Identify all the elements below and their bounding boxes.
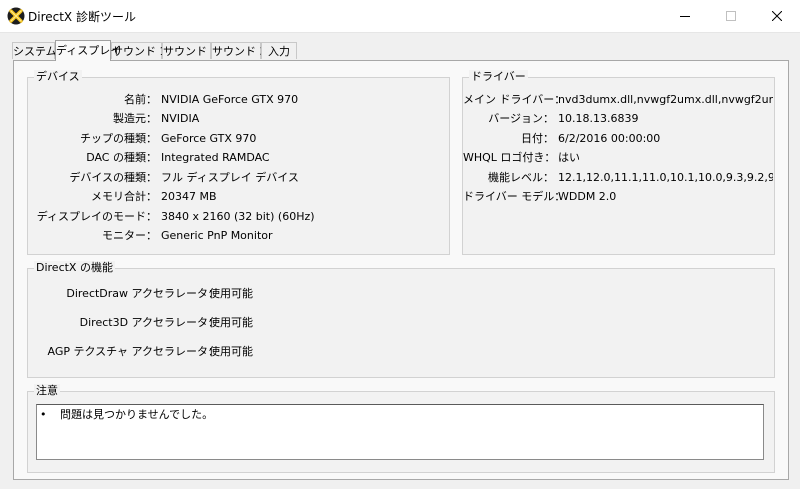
field-label: デバイスの種類： (69, 171, 157, 184)
field-label: Direct3D アクセラレータ： (79, 316, 219, 329)
field-label: WHQL ロゴ付き： (463, 151, 556, 164)
close-button[interactable] (754, 0, 800, 32)
field-value: はい (558, 151, 580, 164)
device-row-chip-type: チップの種類： GeForce GTX 970 (28, 131, 448, 147)
field-value: 使用可能 (209, 287, 253, 300)
field-value: nvd3dumx.dll,nvwgf2umx.dll,nvwgf2umx.dll… (558, 93, 773, 106)
field-label: バージョン： (488, 112, 554, 125)
device-row-monitor: モニター： Generic PnP Monitor (28, 228, 448, 244)
driver-row-date: 日付： 6/2/2016 00:00:00 (463, 131, 774, 147)
driver-row-driver-model: ドライバー モデル： WDDM 2.0 (463, 189, 774, 205)
device-row-manufacturer: 製造元： NVIDIA (28, 111, 448, 127)
notes-textbox[interactable]: • 問題は見つかりませんでした。 (36, 404, 764, 460)
field-label: DirectDraw アクセラレータ： (66, 287, 219, 300)
field-value: Integrated RAMDAC (161, 151, 270, 164)
field-label: 日付： (521, 132, 554, 145)
device-row-dac-type: DAC の種類： Integrated RAMDAC (28, 150, 448, 166)
feature-row-agp-texture: AGP テクスチャ アクセラレータ： 使用可能 (28, 344, 768, 360)
field-value: 使用可能 (209, 316, 253, 329)
field-value: 12.1,12.0,11.1,11.0,10.1,10.0,9.3,9.2,9.… (558, 171, 773, 184)
field-value: フル ディスプレイ デバイス (161, 171, 299, 184)
feature-row-directdraw: DirectDraw アクセラレータ： 使用可能 (28, 286, 768, 302)
field-value: GeForce GTX 970 (161, 132, 257, 145)
maximize-button[interactable] (708, 0, 754, 32)
driver-row-version: バージョン： 10.18.13.6839 (463, 111, 774, 127)
notes-item: • 問題は見つかりませんでした。 (40, 407, 213, 423)
tab-input[interactable]: 入力 (261, 42, 297, 59)
driver-group: ドライバー メイン ドライバー： nvd3dumx.dll,nvwgf2umx.… (462, 70, 775, 255)
close-icon (772, 11, 782, 21)
notes-group: 注意 • 問題は見つかりませんでした。 (27, 384, 775, 473)
field-value: 20347 MB (161, 190, 217, 203)
field-label: AGP テクスチャ アクセラレータ： (47, 345, 220, 358)
field-label: 製造元： (113, 112, 157, 125)
field-label: ドライバー モデル： (463, 190, 566, 203)
directx-diagnostic-window: DirectX 診断ツール システム ディスプレイ サウンド 1 サウンド 2 … (0, 0, 800, 489)
field-label: 機能レベル： (488, 171, 554, 184)
field-label: メイン ドライバー： (463, 93, 566, 106)
field-label: チップの種類： (80, 132, 157, 145)
field-label: モニター： (102, 229, 157, 242)
driver-row-feature-levels: 機能レベル： 12.1,12.0,11.1,11.0,10.1,10.0,9.3… (463, 170, 774, 186)
device-row-total-memory: メモリ合計： 20347 MB (28, 189, 448, 205)
tab-system[interactable]: システム (12, 42, 57, 59)
bullet-icon: • (40, 408, 47, 421)
title-bar[interactable]: DirectX 診断ツール (0, 0, 800, 33)
tab-sound-2[interactable]: サウンド 2 (162, 42, 218, 59)
device-group-title: デバイス (34, 70, 82, 84)
window-title: DirectX 診断ツール (28, 10, 136, 24)
field-value: 3840 x 2160 (32 bit) (60Hz) (161, 210, 315, 223)
feature-row-direct3d: Direct3D アクセラレータ： 使用可能 (28, 315, 768, 331)
directx-features-group: DirectX の機能 DirectDraw アクセラレータ： 使用可能 Dir… (27, 261, 775, 378)
device-row-display-mode: ディスプレイのモード： 3840 x 2160 (32 bit) (60Hz) (28, 209, 448, 225)
directx-features-title: DirectX の機能 (34, 261, 115, 275)
tab-display[interactable]: ディスプレイ (55, 40, 121, 61)
display-tab-panel: デバイス 名前： NVIDIA GeForce GTX 970 製造元： NVI… (13, 60, 789, 480)
field-value: NVIDIA GeForce GTX 970 (161, 93, 299, 106)
minimize-button[interactable] (662, 0, 708, 32)
driver-row-main-driver: メイン ドライバー： nvd3dumx.dll,nvwgf2umx.dll,nv… (463, 92, 774, 108)
field-label: DAC の種類： (86, 151, 157, 164)
field-value: NVIDIA (161, 112, 200, 125)
field-value: 10.18.13.6839 (558, 112, 639, 125)
device-group: デバイス 名前： NVIDIA GeForce GTX 970 製造元： NVI… (27, 70, 450, 255)
field-value: WDDM 2.0 (558, 190, 617, 203)
field-value: 使用可能 (209, 345, 253, 358)
maximize-icon (726, 11, 736, 21)
minimize-icon (680, 16, 690, 17)
notes-item-text: 問題は見つかりませんでした。 (60, 408, 214, 421)
driver-row-whql: WHQL ロゴ付き： はい (463, 150, 774, 166)
field-label: 名前： (124, 93, 157, 106)
device-row-name: 名前： NVIDIA GeForce GTX 970 (28, 92, 448, 108)
directx-app-icon (7, 7, 25, 25)
device-row-device-type: デバイスの種類： フル ディスプレイ デバイス (28, 170, 448, 186)
field-value: Generic PnP Monitor (161, 229, 273, 242)
field-label: メモリ合計： (91, 190, 157, 203)
field-value: 6/2/2016 00:00:00 (558, 132, 661, 145)
notes-group-title: 注意 (34, 384, 60, 398)
field-label: ディスプレイのモード： (36, 210, 157, 223)
driver-group-title: ドライバー (469, 70, 528, 84)
tab-sound-3[interactable]: サウンド 3 (211, 42, 267, 59)
